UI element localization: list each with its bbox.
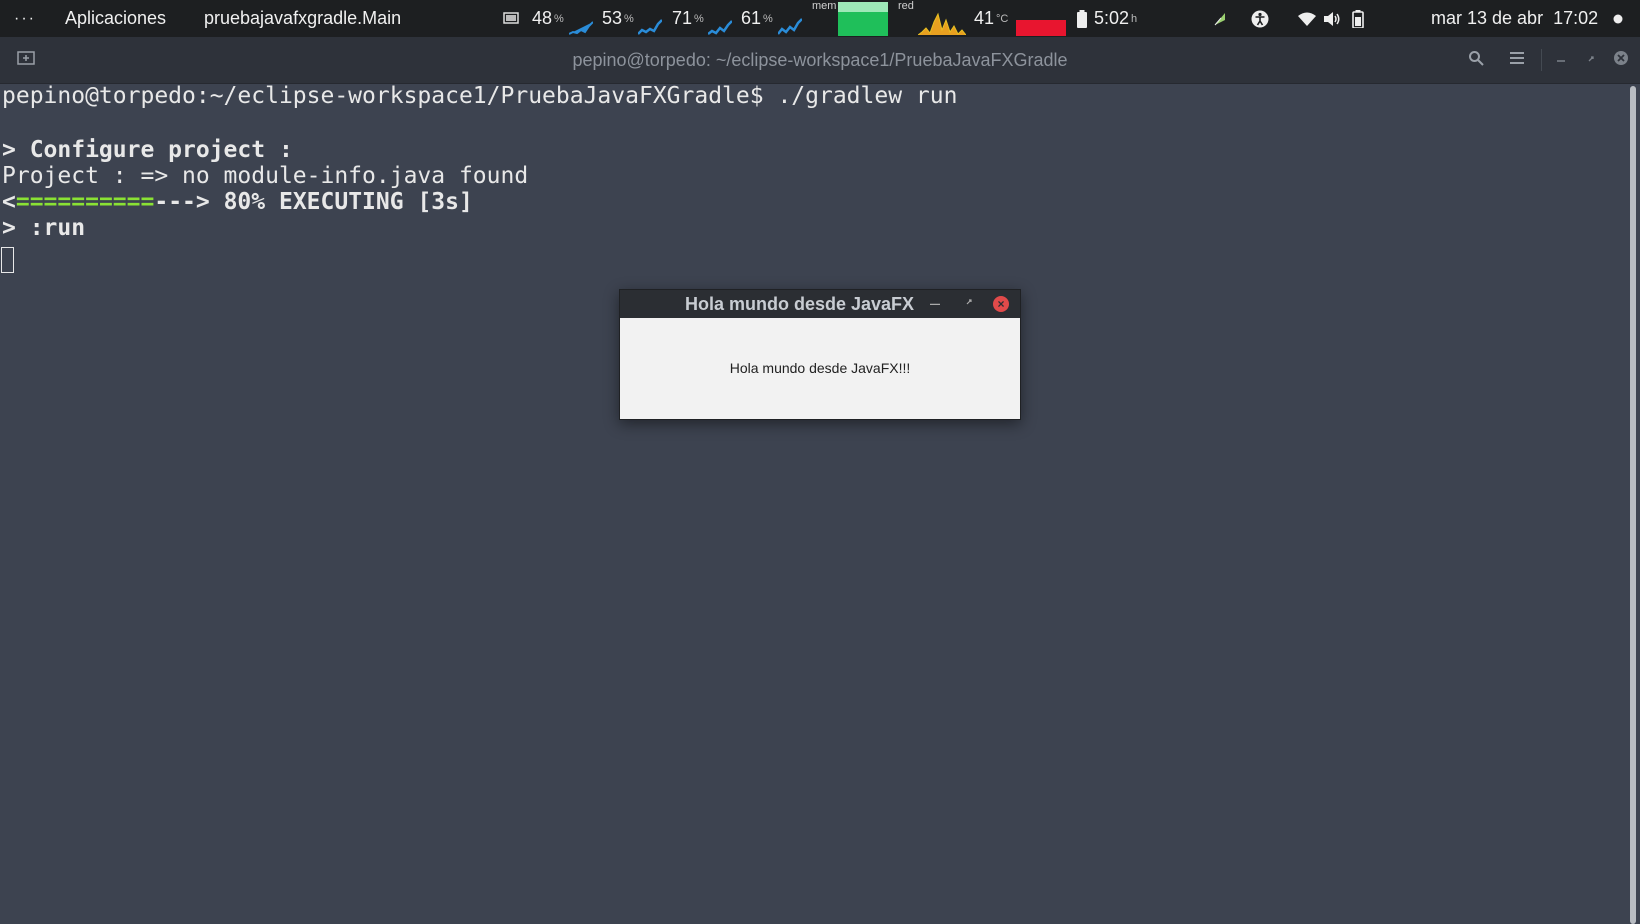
run-task-line: > :run xyxy=(2,215,86,241)
battery-time[interactable]: 5:02 h xyxy=(1094,0,1137,37)
terminal-scrollbar[interactable] xyxy=(1630,86,1636,924)
minimize-icon[interactable] xyxy=(1551,50,1571,70)
cpu-core-1-graph xyxy=(569,21,593,35)
javafx-window-title: Hola mundo desde JavaFX xyxy=(685,294,915,314)
minimize-icon[interactable]: – xyxy=(930,290,940,318)
maximize-icon[interactable] xyxy=(1581,50,1601,70)
header-separator xyxy=(1541,49,1542,71)
command-line: pepino@torpedo:~/eclipse-workspace1/Prue… xyxy=(2,83,958,109)
progress-rest: ---> 80% EXECUTING [3s] xyxy=(154,189,473,215)
maximize-icon[interactable] xyxy=(965,290,973,318)
leaf-icon[interactable] xyxy=(1213,0,1227,37)
volume-icon[interactable] xyxy=(1323,0,1341,37)
top-panel: ··· Aplicaciones pruebajavafxgradle.Main… xyxy=(0,0,1640,37)
cpu-core-2-graph xyxy=(638,19,662,35)
close-icon[interactable]: × xyxy=(993,296,1009,312)
monitor-icon[interactable] xyxy=(503,0,519,37)
javafx-label: Hola mundo desde JavaFX!!! xyxy=(729,360,911,376)
cpu-core-3-graph xyxy=(708,20,732,35)
hamburger-menu-icon[interactable] xyxy=(1507,50,1527,70)
active-window-name[interactable]: pruebajavafxgradle.Main xyxy=(204,0,401,37)
configure-line: > Configure project : xyxy=(2,137,293,163)
close-icon[interactable] xyxy=(1611,50,1631,70)
javafx-window: Hola mundo desde JavaFX – × Hola mundo d… xyxy=(619,289,1021,420)
progress-line: <==========---> 80% EXECUTING [3s] xyxy=(2,189,473,216)
status-dot-icon[interactable] xyxy=(1613,0,1623,37)
memory-graph[interactable] xyxy=(838,2,888,36)
progress-open: < xyxy=(2,189,16,215)
cpu-core-3-usage[interactable]: 71% xyxy=(672,0,704,37)
cpu-core-4-usage[interactable]: 61% xyxy=(741,0,773,37)
wifi-icon[interactable] xyxy=(1298,0,1316,37)
terminal-headerbar: pepino@torpedo: ~/eclipse-workspace1/Pru… xyxy=(0,37,1640,84)
terminal-output[interactable]: pepino@torpedo:~/eclipse-workspace1/Prue… xyxy=(0,83,1628,924)
progress-filled: ========== xyxy=(15,189,155,215)
module-info-line: Project : => no module-info.java found xyxy=(2,163,529,189)
net-label: red xyxy=(898,0,914,12)
clock[interactable]: mar 13 de abr 17:02 xyxy=(1431,0,1598,37)
battery-icon[interactable] xyxy=(1076,0,1088,37)
mem-label: mem xyxy=(812,0,837,12)
battery-status-icon[interactable] xyxy=(1352,0,1364,37)
accessibility-icon[interactable] xyxy=(1251,0,1269,37)
cpu-core-1-usage[interactable]: 48% xyxy=(532,0,564,37)
applications-menu[interactable]: Aplicaciones xyxy=(65,0,166,37)
javafx-window-titlebar[interactable]: Hola mundo desde JavaFX – × xyxy=(620,290,1020,318)
terminal-title: pepino@torpedo: ~/eclipse-workspace1/Pru… xyxy=(572,50,1068,70)
cpu-core-4-graph xyxy=(778,18,802,35)
search-icon[interactable] xyxy=(1466,50,1486,70)
temperature-readout[interactable]: 41 °C xyxy=(974,0,1008,37)
cpu-core-2-usage[interactable]: 53% xyxy=(602,0,634,37)
terminal-cursor xyxy=(1,247,14,273)
network-graph[interactable] xyxy=(918,2,966,35)
temperature-graph[interactable] xyxy=(1016,2,1066,36)
activities-button[interactable]: ··· xyxy=(14,0,36,37)
